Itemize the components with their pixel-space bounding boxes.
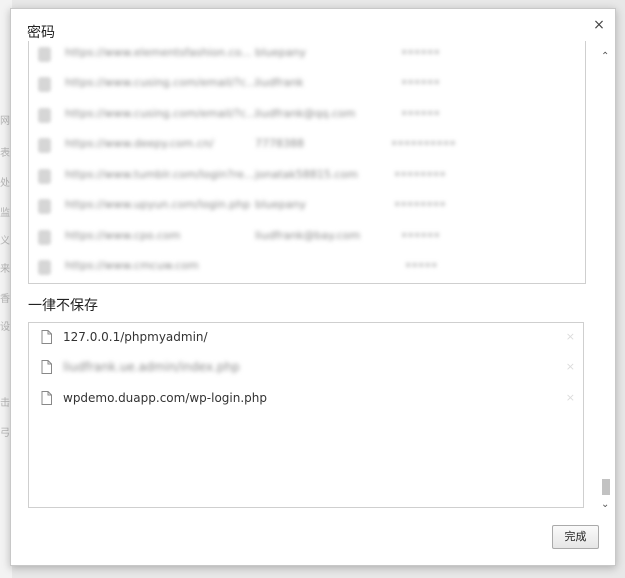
saved-password-mask: •••••: [405, 259, 438, 272]
saved-site: https://www.cusing.com/email/?c...: [65, 107, 257, 120]
site-favicon-icon: [38, 260, 51, 275]
saved-password-row[interactable]: https://www.elementsfashion.co... bluepa…: [29, 41, 585, 71]
saved-site: https://www.deepy.com.cn/: [65, 137, 214, 150]
background-char: 弓: [0, 428, 10, 439]
saved-username: 7778388: [255, 137, 304, 150]
never-saved-heading: 一律不保存: [28, 298, 98, 314]
saved-username: bluepany: [255, 46, 306, 59]
saved-username: liudfrank@qq.com: [255, 107, 356, 120]
chevron-up-icon[interactable]: ⌃: [601, 51, 609, 62]
dialog-title: 密码: [27, 25, 55, 41]
never-saved-row[interactable]: wpdemo.duapp.com/wp-login.php ×: [29, 384, 583, 414]
saved-password-mask: ••••••: [401, 107, 440, 120]
background-char: 监: [0, 208, 10, 219]
saved-password-row[interactable]: https://www.deepy.com.cn/ 7778388 ••••••…: [29, 132, 585, 162]
saved-password-row[interactable]: https://www.upyun.com/login.php bluepany…: [29, 193, 585, 223]
remove-entry-icon[interactable]: ×: [566, 330, 575, 343]
done-button[interactable]: 完成: [552, 525, 599, 549]
never-saved-url: liudfrank.ue.admin/index.php: [63, 360, 240, 374]
saved-password-mask: ••••••: [401, 76, 440, 89]
passwords-dialog: 密码 × https://www.elementsfashion.co... b…: [10, 8, 616, 566]
document-icon: [41, 360, 52, 374]
site-favicon-icon: [38, 47, 51, 62]
document-icon: [41, 330, 52, 344]
remove-entry-icon[interactable]: ×: [566, 391, 575, 404]
saved-password-row[interactable]: https://www.cusing.com/email/?c... liudf…: [29, 71, 585, 101]
never-saved-row[interactable]: 127.0.0.1/phpmyadmin/ ×: [29, 323, 583, 353]
never-saved-url: wpdemo.duapp.com/wp-login.php: [63, 391, 268, 405]
site-favicon-icon: [38, 138, 51, 153]
saved-password-row[interactable]: https://www.tumblr.com/login?re... jonat…: [29, 163, 585, 193]
saved-password-mask: ••••••••••: [391, 137, 456, 150]
saved-site: https://www.elementsfashion.co...: [65, 46, 252, 59]
document-icon: [41, 391, 52, 405]
saved-password-row[interactable]: https://www.cpo.com liudfrank@bay.com ••…: [29, 224, 585, 254]
saved-site: https://www.cusing.com/email/?c...: [65, 76, 257, 89]
never-saved-url: 127.0.0.1/phpmyadmin/: [63, 330, 208, 344]
never-saved-list[interactable]: 127.0.0.1/phpmyadmin/ × liudfrank.ue.adm…: [28, 322, 584, 508]
saved-username: bluepany: [255, 198, 306, 211]
background-char: 香: [0, 294, 10, 305]
saved-username: jonatak58815.com: [255, 168, 358, 181]
site-favicon-icon: [38, 108, 51, 123]
never-saved-row[interactable]: liudfrank.ue.admin/index.php ×: [29, 353, 583, 383]
background-char: 击: [0, 398, 10, 409]
saved-password-row[interactable]: https://www.cusing.com/email/?c... liudf…: [29, 102, 585, 132]
dialog-scrollbar[interactable]: ⌃ ⌄: [599, 51, 613, 511]
scrollbar-thumb[interactable]: [602, 479, 610, 495]
saved-password-mask: ••••••: [401, 46, 440, 59]
site-favicon-icon: [38, 169, 51, 184]
saved-password-mask: ••••••••: [394, 198, 446, 211]
saved-passwords-list[interactable]: https://www.elementsfashion.co... bluepa…: [28, 41, 586, 284]
site-favicon-icon: [38, 77, 51, 92]
background-char: 义: [0, 236, 10, 247]
background-char: 设: [0, 322, 10, 333]
background-char: 网: [0, 116, 10, 127]
saved-username: liudfrank: [255, 76, 304, 89]
remove-entry-icon[interactable]: ×: [566, 360, 575, 373]
site-favicon-icon: [38, 230, 51, 245]
background-char: 来: [0, 264, 10, 275]
saved-username: liudfrank@bay.com: [255, 229, 361, 242]
saved-site: https://www.upyun.com/login.php: [65, 198, 251, 211]
saved-password-mask: ••••••••: [394, 168, 446, 181]
saved-password-row[interactable]: https://www.cmcuw.com •••••: [29, 254, 585, 283]
saved-site: https://www.cmcuw.com: [65, 259, 199, 272]
background-char: 处: [0, 178, 10, 189]
saved-site: https://www.cpo.com: [65, 229, 181, 242]
saved-password-mask: ••••••: [401, 229, 440, 242]
chevron-down-icon[interactable]: ⌄: [601, 499, 609, 510]
close-icon[interactable]: ×: [591, 17, 607, 33]
site-favicon-icon: [38, 199, 51, 214]
saved-site: https://www.tumblr.com/login?re...: [65, 168, 255, 181]
background-char: 表: [0, 148, 10, 159]
